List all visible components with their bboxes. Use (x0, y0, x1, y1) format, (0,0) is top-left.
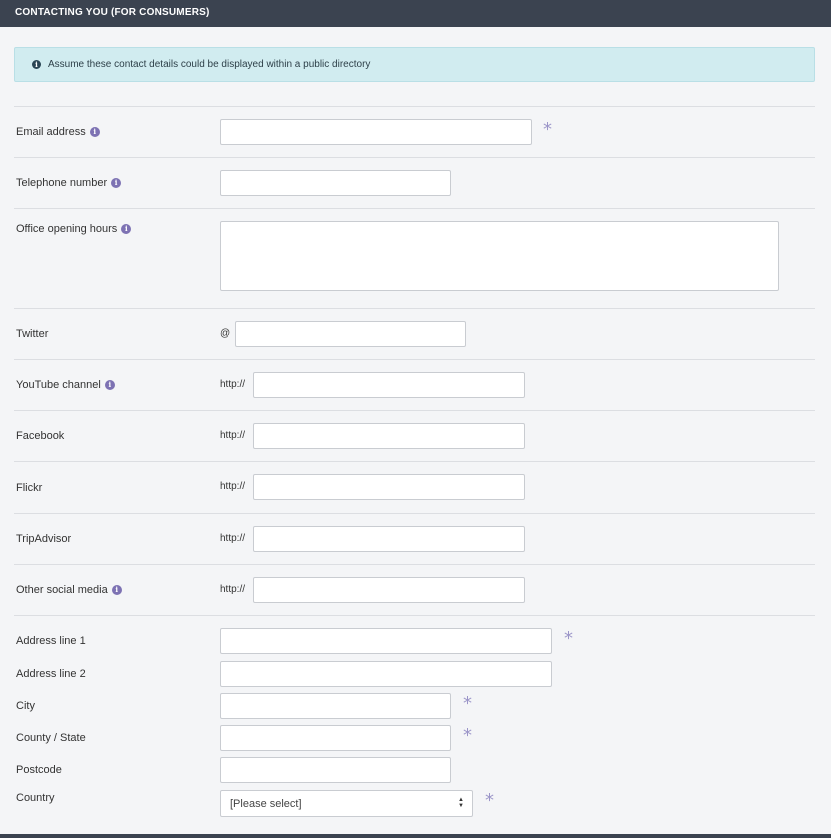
city-required-icon: * (463, 693, 472, 714)
youtube-prefix: http:// (220, 379, 246, 390)
row-divider (14, 208, 815, 209)
address-line2-label: Address line 2 (16, 668, 86, 680)
email-input[interactable] (220, 119, 532, 145)
facebook-prefix: http:// (220, 430, 246, 441)
notice-box: i Assume these contact details could be … (14, 47, 815, 82)
telephone-input[interactable] (220, 170, 451, 196)
tripadvisor-prefix: http:// (220, 533, 246, 544)
row-divider (14, 564, 815, 565)
telephone-help-icon[interactable]: i (111, 178, 122, 188)
row-divider (14, 410, 815, 411)
flickr-prefix: http:// (220, 481, 246, 492)
row-divider (14, 157, 815, 158)
twitter-input[interactable] (235, 321, 466, 347)
notice-text: Assume these contact details could be di… (48, 59, 371, 70)
office-hours-textarea[interactable] (220, 221, 779, 291)
postcode-input[interactable] (220, 757, 451, 783)
youtube-input[interactable] (253, 372, 525, 398)
tripadvisor-label: TripAdvisor (16, 533, 72, 545)
telephone-label: Telephone number i (16, 176, 122, 190)
address-line1-input[interactable] (220, 628, 552, 654)
county-label: County / State (16, 732, 86, 744)
row-divider (14, 106, 815, 107)
address-line2-input[interactable] (220, 661, 552, 687)
country-required-icon: * (485, 790, 494, 811)
county-input[interactable] (220, 725, 451, 751)
flickr-input[interactable] (253, 474, 525, 500)
email-help-icon[interactable]: i (89, 127, 100, 137)
twitter-prefix: @ (220, 328, 231, 339)
county-required-icon: * (463, 725, 472, 746)
office-hours-label: Office opening hours i (16, 222, 132, 236)
section-header: CONTACTING YOU (FOR CONSUMERS) (0, 0, 831, 27)
email-label: Email address i (16, 125, 100, 139)
select-arrows-icon: ▲ ▼ (458, 797, 464, 809)
row-divider (14, 513, 815, 514)
email-required-icon: * (543, 119, 552, 140)
twitter-label: Twitter (16, 328, 49, 340)
row-divider (14, 359, 815, 360)
other-social-input[interactable] (253, 577, 525, 603)
other-social-label: Other social media i (16, 583, 122, 597)
postcode-label: Postcode (16, 764, 62, 776)
tripadvisor-input[interactable] (253, 526, 525, 552)
section-title: CONTACTING YOU (FOR CONSUMERS) (15, 7, 210, 18)
office-hours-help-icon[interactable]: i (121, 224, 132, 234)
facebook-label: Facebook (16, 430, 65, 442)
row-divider (14, 615, 815, 616)
address-line1-required-icon: * (564, 628, 573, 649)
row-divider (14, 308, 815, 309)
country-label: Country (16, 792, 55, 804)
other-social-help-icon[interactable]: i (111, 585, 122, 595)
youtube-label: YouTube channel i (16, 378, 115, 392)
other-social-prefix: http:// (220, 584, 246, 595)
row-divider (14, 461, 815, 462)
flickr-label: Flickr (16, 482, 43, 494)
bottom-bar (0, 834, 831, 838)
info-icon: i (32, 60, 41, 69)
address-line1-label: Address line 1 (16, 635, 86, 647)
youtube-help-icon[interactable]: i (104, 380, 115, 390)
city-input[interactable] (220, 693, 451, 719)
facebook-input[interactable] (253, 423, 525, 449)
country-selected-value: [Please select] (230, 797, 302, 810)
city-label: City (16, 700, 35, 712)
country-select[interactable]: [Please select] ▲ ▼ (220, 790, 473, 817)
